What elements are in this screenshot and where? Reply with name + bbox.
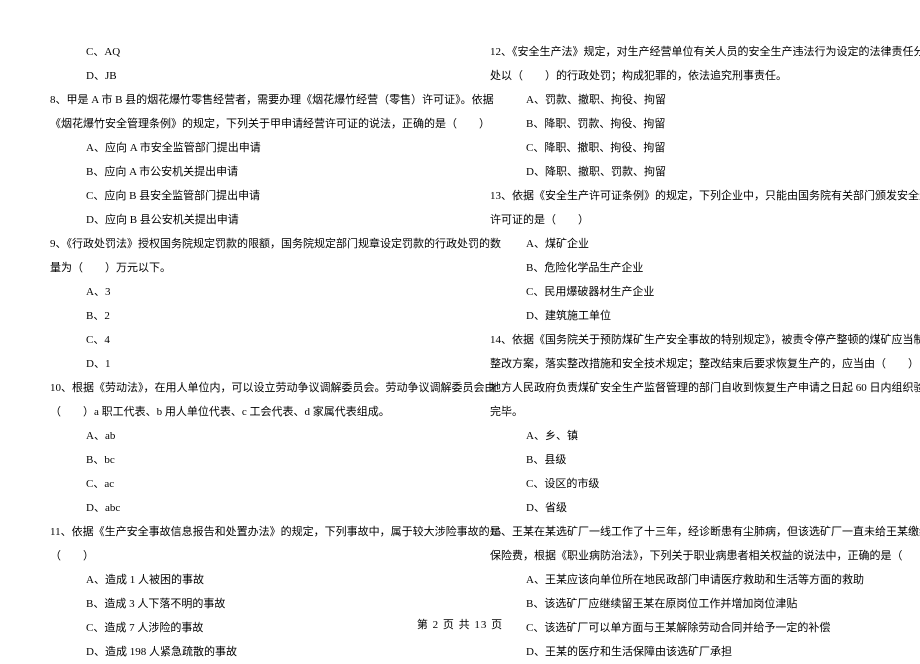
question-text: 地方人民政府负责煤矿安全生产监督管理的部门自收到恢复生产申请之日起 60 日内组… xyxy=(490,376,880,400)
question-text: 量为（ ）万元以下。 xyxy=(50,256,425,280)
question-text: 8、甲是 A 市 B 县的烟花爆竹零售经营者，需要办理《烟花爆竹经营（零售）许可… xyxy=(50,88,425,112)
option-text: B、县级 xyxy=(490,448,880,472)
option-text: C、民用爆破器材生产企业 xyxy=(490,280,880,304)
question-text: （ ）a 职工代表、b 用人单位代表、c 工会代表、d 家属代表组成。 xyxy=(50,400,425,424)
question-text: 11、依据《生产安全事故信息报告和处置办法》的规定，下列事故中，属于较大涉险事故… xyxy=(50,520,425,544)
question-text: 许可证的是（ ） xyxy=(490,208,880,232)
option-text: D、降职、撤职、罚款、拘留 xyxy=(490,160,880,184)
question-text: 《烟花爆竹安全管理条例》的规定，下列关于甲申请经营许可证的说法，正确的是（ ） xyxy=(50,112,425,136)
question-text: 12、《安全生产法》规定，对生产经营单位有关人员的安全生产违法行为设定的法律责任… xyxy=(490,40,880,64)
option-text: B、2 xyxy=(50,304,425,328)
option-text: D、1 xyxy=(50,352,425,376)
option-text: C、4 xyxy=(50,328,425,352)
option-text: D、王某的医疗和生活保障由该选矿厂承担 xyxy=(490,640,880,664)
question-text: 整改方案，落实整改措施和安全技术规定；整改结束后要求恢复生产的，应当由（ ）以上 xyxy=(490,352,880,376)
question-text: 14、依据《国务院关于预防煤矿生产安全事故的特别规定》，被责令停产整顿的煤矿应当… xyxy=(490,328,880,352)
option-text: C、AQ xyxy=(50,40,425,64)
option-text: C、应向 B 县安全监管部门提出申请 xyxy=(50,184,425,208)
right-column: 12、《安全生产法》规定，对生产经营单位有关人员的安全生产违法行为设定的法律责任… xyxy=(460,0,920,610)
option-text: A、3 xyxy=(50,280,425,304)
option-text: A、ab xyxy=(50,424,425,448)
question-text: 保险费，根据《职业病防治法》，下列关于职业病患者相关权益的说法中，正确的是（ ） xyxy=(490,544,880,568)
option-text: C、ac xyxy=(50,472,425,496)
option-text: A、应向 A 市安全监管部门提出申请 xyxy=(50,136,425,160)
page-number: 第 2 页 共 13 页 xyxy=(417,619,503,631)
option-text: A、乡、镇 xyxy=(490,424,880,448)
page-footer: 第 2 页 共 13 页 xyxy=(0,616,920,632)
option-text: D、造成 198 人紧急疏散的事故 xyxy=(50,640,425,664)
question-text: 10、根据《劳动法》，在用人单位内，可以设立劳动争议调解委员会。劳动争议调解委员… xyxy=(50,376,425,400)
option-text: B、应向 A 市公安机关提出申请 xyxy=(50,160,425,184)
option-text: D、abc xyxy=(50,496,425,520)
left-column: C、AQD、JB8、甲是 A 市 B 县的烟花爆竹零售经营者，需要办理《烟花爆竹… xyxy=(0,0,460,610)
option-text: B、造成 3 人下落不明的事故 xyxy=(50,592,425,616)
option-text: C、降职、撤职、拘役、拘留 xyxy=(490,136,880,160)
option-text: B、危险化学品生产企业 xyxy=(490,256,880,280)
question-text: 9、《行政处罚法》授权国务院规定罚款的限额，国务院规定部门规章设定罚款的行政处罚… xyxy=(50,232,425,256)
option-text: D、应向 B 县公安机关提出申请 xyxy=(50,208,425,232)
option-text: B、降职、罚款、拘役、拘留 xyxy=(490,112,880,136)
question-text: 完毕。 xyxy=(490,400,880,424)
option-text: B、该选矿厂应继续留王某在原岗位工作并增加岗位津贴 xyxy=(490,592,880,616)
question-text: 13、依据《安全生产许可证条例》的规定，下列企业中，只能由国务院有关部门颁发安全… xyxy=(490,184,880,208)
option-text: C、设区的市级 xyxy=(490,472,880,496)
option-text: A、造成 1 人被困的事故 xyxy=(50,568,425,592)
option-text: D、建筑施工单位 xyxy=(490,304,880,328)
option-text: D、省级 xyxy=(490,496,880,520)
question-text: （ ） xyxy=(50,544,425,568)
option-text: A、煤矿企业 xyxy=(490,232,880,256)
option-text: A、王某应该向单位所在地民政部门申请医疗救助和生活等方面的救助 xyxy=(490,568,880,592)
option-text: A、罚款、撤职、拘役、拘留 xyxy=(490,88,880,112)
question-text: 15、王某在某选矿厂一线工作了十三年，经诊断患有尘肺病，但该选矿厂一直未给王某缴… xyxy=(490,520,880,544)
question-text: 处以（ ）的行政处罚；构成犯罪的，依法追究刑事责任。 xyxy=(490,64,880,88)
option-text: B、bc xyxy=(50,448,425,472)
option-text: D、JB xyxy=(50,64,425,88)
page-container: C、AQD、JB8、甲是 A 市 B 县的烟花爆竹零售经营者，需要办理《烟花爆竹… xyxy=(0,0,920,610)
